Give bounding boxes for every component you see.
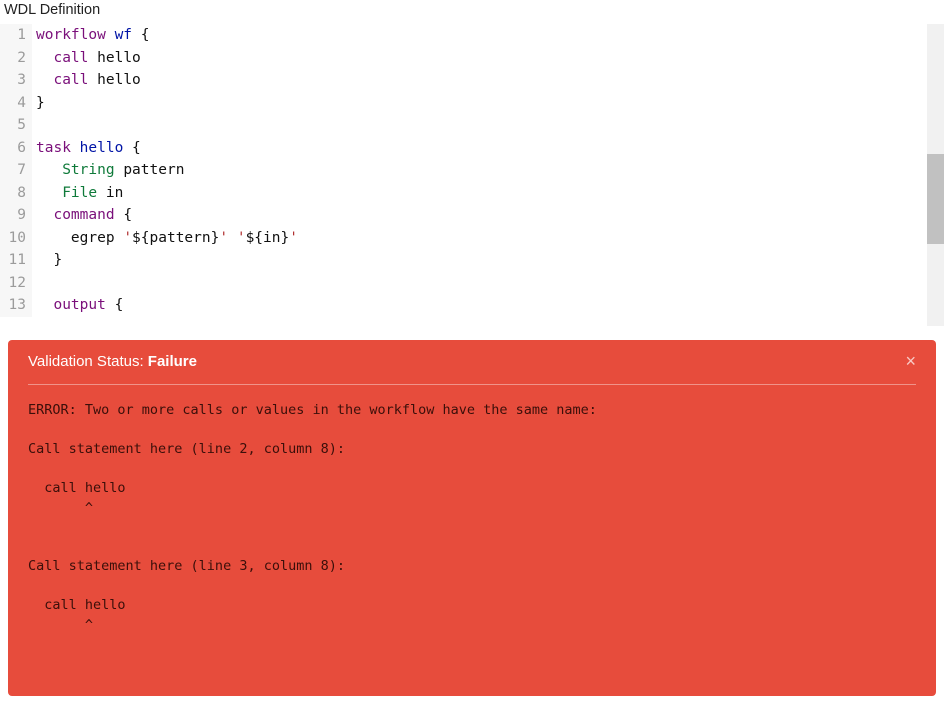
line-number: 12 — [0, 272, 26, 295]
code-line[interactable]: task hello { — [36, 137, 298, 160]
line-number: 11 — [0, 249, 26, 272]
line-number: 9 — [0, 204, 26, 227]
line-number: 13 — [0, 294, 26, 317]
validation-status-label: Validation Status: — [28, 353, 148, 370]
validation-status-title: Validation Status: Failure — [28, 353, 197, 370]
code-line[interactable] — [36, 272, 298, 295]
code-line[interactable]: } — [36, 92, 298, 115]
line-number-gutter: 12345678910111213 — [0, 24, 32, 317]
line-number: 5 — [0, 114, 26, 137]
validation-error-body: ERROR: Two or more calls or values in th… — [28, 385, 916, 635]
code-line[interactable]: String pattern — [36, 159, 298, 182]
line-number: 10 — [0, 227, 26, 250]
line-number: 7 — [0, 159, 26, 182]
validation-status-result: Failure — [148, 353, 197, 370]
code-line[interactable]: call hello — [36, 47, 298, 70]
line-number: 3 — [0, 69, 26, 92]
line-number: 1 — [0, 24, 26, 47]
editor-scrollbar-thumb[interactable] — [927, 154, 944, 244]
validation-status-panel: Validation Status: Failure × ERROR: Two … — [8, 340, 936, 696]
code-line[interactable]: output { — [36, 294, 298, 317]
code-line[interactable] — [36, 114, 298, 137]
code-content[interactable]: workflow wf { call hello call hello} tas… — [32, 24, 298, 317]
line-number: 2 — [0, 47, 26, 70]
line-number: 6 — [0, 137, 26, 160]
line-number: 4 — [0, 92, 26, 115]
code-line[interactable]: command { — [36, 204, 298, 227]
code-line[interactable]: File in — [36, 182, 298, 205]
close-icon[interactable]: × — [905, 352, 916, 370]
code-line[interactable]: egrep '${pattern}' '${in}' — [36, 227, 298, 250]
code-editor[interactable]: 12345678910111213 workflow wf { call hel… — [0, 24, 944, 326]
validation-status-header: Validation Status: Failure × — [28, 352, 916, 385]
line-number: 8 — [0, 182, 26, 205]
page-title: WDL Definition — [0, 0, 944, 24]
code-line[interactable]: } — [36, 249, 298, 272]
code-line[interactable]: call hello — [36, 69, 298, 92]
code-line[interactable]: workflow wf { — [36, 24, 298, 47]
editor-scrollbar-track[interactable] — [927, 24, 944, 326]
